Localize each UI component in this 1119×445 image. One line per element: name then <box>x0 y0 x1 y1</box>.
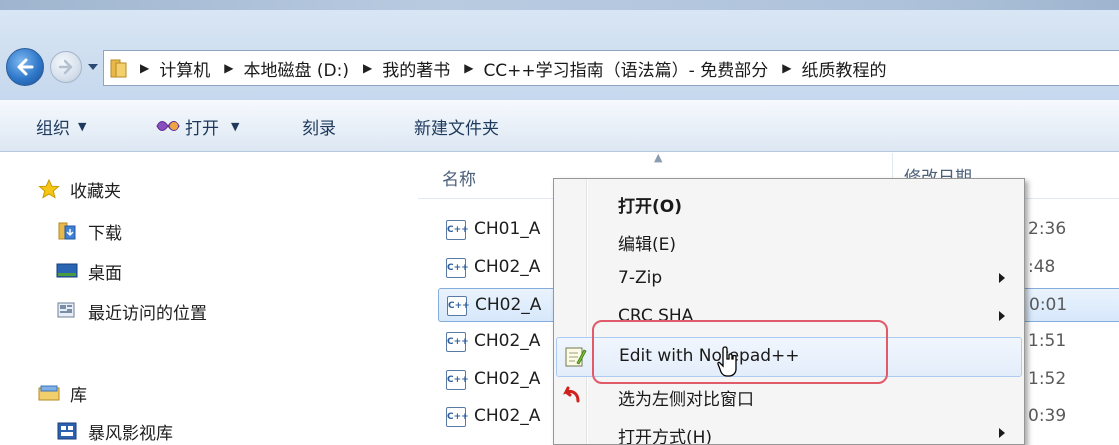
file-modified-time: :48 <box>1028 257 1056 277</box>
breadcrumb-book-folder[interactable]: CC++学习指南（语法篇）- 免费部分 <box>483 56 768 81</box>
file-name: CH02_A <box>474 331 541 351</box>
breadcrumb-local-disk[interactable]: 本地磁盘 (D:) <box>243 56 349 81</box>
breadcrumb-separator-icon[interactable]: ▶ <box>140 61 149 75</box>
context-menu: 打开(O) 编辑(E) 7-Zip CRC SHA Edit with Note… <box>553 178 1025 445</box>
back-arrow-icon <box>17 58 34 76</box>
new-folder-label: 新建文件夹 <box>414 118 499 139</box>
visual-studio-icon <box>156 121 180 131</box>
address-box[interactable]: ▶ 计算机 ▶ 本地磁盘 (D:) ▶ 我的著书 ▶ CC++学习指南（语法篇）… <box>103 50 1119 86</box>
menu-item-label: 编辑(E) <box>618 235 677 255</box>
navigation-pane: 收藏夹 下载 桌面 最近访问的位置 库 暴风影视库 <box>0 153 418 445</box>
file-modified-time: 1:52 <box>1028 369 1067 389</box>
breadcrumb-my-books[interactable]: 我的著书 <box>382 56 450 81</box>
nav-desktop-label: 桌面 <box>88 263 122 284</box>
breadcrumb-computer[interactable]: 计算机 <box>159 56 210 81</box>
cpp-file-icon: C++ <box>446 258 469 278</box>
libraries-icon <box>38 385 60 401</box>
nav-libraries-label: 库 <box>70 385 87 406</box>
menu-item-label: 7-Zip <box>618 268 663 288</box>
notepadpp-icon <box>565 347 587 367</box>
cpp-file-icon: C++ <box>446 220 469 240</box>
breadcrumb-separator-icon[interactable]: ▶ <box>363 61 372 75</box>
file-name: CH02_A <box>474 406 541 426</box>
nav-favorites[interactable]: 收藏夹 <box>38 175 121 203</box>
downloads-folder-icon <box>58 222 76 240</box>
file-modified-time: 0:39 <box>1028 406 1067 426</box>
star-icon <box>38 179 60 199</box>
nav-libraries[interactable]: 库 <box>38 379 87 407</box>
forward-button[interactable] <box>50 51 82 83</box>
nav-favorites-label: 收藏夹 <box>70 181 121 202</box>
menu-item-open-with[interactable]: 打开方式(H) <box>554 415 1024 445</box>
breadcrumb-separator-icon[interactable]: ▶ <box>464 61 473 75</box>
file-name: CH02_A <box>474 369 541 389</box>
cpp-file-icon: C++ <box>446 370 469 390</box>
chevron-down-icon: ▼ <box>78 119 87 133</box>
file-modified-time: 2:36 <box>1028 219 1067 239</box>
nav-recent-places[interactable]: 最近访问的位置 <box>56 297 207 325</box>
command-toolbar: 组织 ▼ 打开 ▼ 刻录 新建文件夹 <box>0 100 1119 152</box>
mouse-pointer-icon <box>717 346 737 377</box>
open-label: 打开 <box>185 118 219 139</box>
open-button[interactable]: 打开 ▼ <box>155 100 239 152</box>
desktop-icon <box>56 263 78 278</box>
breadcrumb-paper-tutorial[interactable]: 纸质教程的 <box>801 56 886 81</box>
address-bar-area: ▶ 计算机 ▶ 本地磁盘 (D:) ▶ 我的著书 ▶ CC++学习指南（语法篇）… <box>0 0 1119 100</box>
title-strip <box>0 0 1119 10</box>
highlight-annotation-box <box>592 320 888 384</box>
file-modified-time: 1:51 <box>1028 331 1067 351</box>
chevron-down-icon <box>88 64 98 70</box>
chevron-down-icon: ▼ <box>231 119 240 133</box>
menu-item-open[interactable]: 打开(O) <box>554 184 1024 222</box>
cpp-file-icon: C++ <box>446 407 469 427</box>
cpp-file-icon: C++ <box>446 332 469 352</box>
burn-label: 刻录 <box>302 118 336 139</box>
new-folder-button[interactable]: 新建文件夹 <box>414 100 499 152</box>
menu-item-7zip[interactable]: 7-Zip <box>554 260 1024 298</box>
nav-downloads[interactable]: 下载 <box>56 217 122 245</box>
column-header-name[interactable]: 名称 <box>442 165 476 190</box>
breadcrumb-separator-icon[interactable]: ▶ <box>782 61 791 75</box>
nav-recent-places-label: 最近访问的位置 <box>88 303 207 324</box>
organize-button[interactable]: 组织 ▼ <box>36 100 86 152</box>
file-name: CH02_A <box>474 257 541 277</box>
menu-item-edit[interactable]: 编辑(E) <box>554 222 1024 260</box>
nav-desktop[interactable]: 桌面 <box>56 257 122 285</box>
video-library-icon <box>57 422 77 440</box>
file-name: CH02_A <box>475 295 542 315</box>
nav-baofeng-label: 暴风影视库 <box>88 423 173 444</box>
recent-places-icon <box>57 302 75 318</box>
submenu-arrow-icon <box>999 311 1005 321</box>
burn-button[interactable]: 刻录 <box>302 100 336 152</box>
nav-baofeng-library[interactable]: 暴风影视库 <box>56 417 173 445</box>
folder-icon <box>110 59 127 78</box>
file-modified-time: 0:01 <box>1029 295 1068 315</box>
submenu-arrow-icon <box>999 273 1005 283</box>
menu-item-label: 打开(O) <box>618 197 682 217</box>
submenu-arrow-icon <box>999 428 1005 438</box>
menu-item-label: 打开方式(H) <box>618 428 713 445</box>
back-button[interactable] <box>6 48 44 86</box>
organize-label: 组织 <box>36 118 70 139</box>
recent-pages-dropdown[interactable] <box>86 60 100 74</box>
sort-ascending-icon: ▲ <box>654 151 663 164</box>
forward-arrow-icon <box>58 59 73 75</box>
cpp-file-icon: C++ <box>447 296 470 316</box>
compare-icon <box>563 386 580 403</box>
menu-item-label: 选为左侧对比窗口 <box>618 390 754 410</box>
file-name: CH01_A <box>474 219 541 239</box>
breadcrumb-separator-icon[interactable]: ▶ <box>224 61 233 75</box>
nav-downloads-label: 下载 <box>88 223 122 244</box>
